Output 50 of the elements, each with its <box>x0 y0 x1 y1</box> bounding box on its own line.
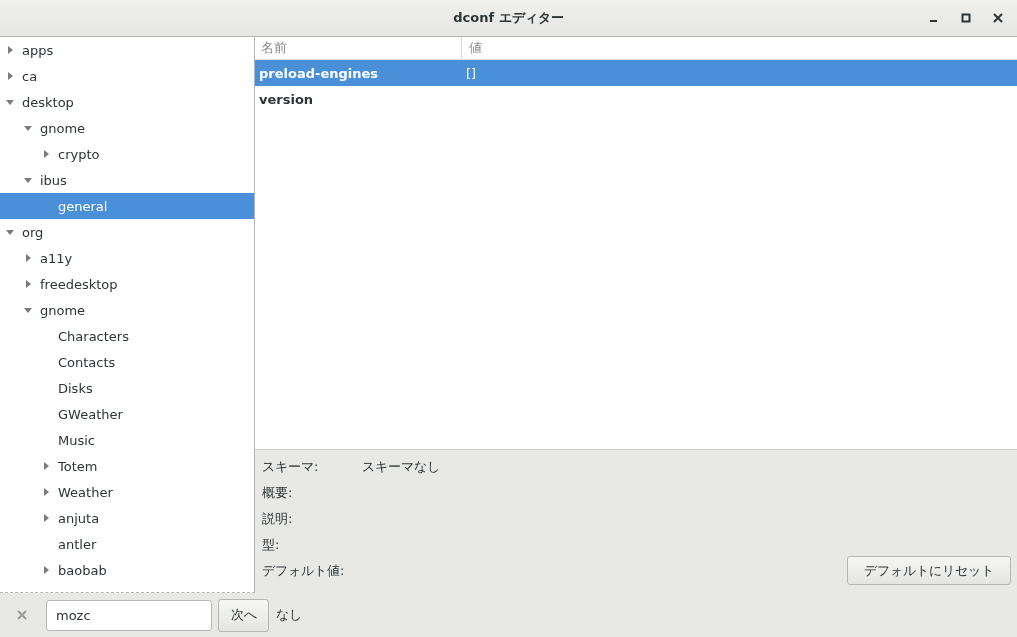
tree-item[interactable]: a11y <box>0 245 254 271</box>
collapsed-arrow-icon[interactable] <box>24 280 32 288</box>
tree-item[interactable]: anjuta <box>0 505 254 531</box>
expanded-arrow-icon[interactable] <box>6 98 14 106</box>
collapsed-arrow-icon[interactable] <box>42 462 50 470</box>
collapsed-arrow-icon[interactable] <box>42 566 50 574</box>
tree-item[interactable]: ibus <box>0 167 254 193</box>
field-label: 説明: <box>262 510 294 528</box>
tree-item[interactable]: apps <box>0 37 254 63</box>
expanded-arrow-icon[interactable] <box>24 176 32 184</box>
collapsed-arrow-icon[interactable] <box>24 254 32 262</box>
expanded-arrow-icon[interactable] <box>24 124 32 132</box>
collapsed-arrow-icon[interactable] <box>6 72 14 80</box>
tree-item[interactable]: Music <box>0 427 254 453</box>
tree-item[interactable]: gnome <box>0 297 254 323</box>
tree-item[interactable]: Disks <box>0 375 254 401</box>
tree-item[interactable]: Totem <box>0 453 254 479</box>
tree-item[interactable]: antler <box>0 531 254 557</box>
maximize-icon[interactable] <box>961 13 971 23</box>
field-label: スキーマ: <box>262 458 320 476</box>
column-header[interactable]: 名前 <box>255 37 462 59</box>
table-row[interactable]: version <box>255 86 1017 112</box>
expanded-arrow-icon[interactable] <box>24 306 32 314</box>
tree-item[interactable]: GWeather <box>0 401 254 427</box>
collapsed-arrow-icon[interactable] <box>6 46 14 54</box>
tree-item[interactable]: gnome <box>0 115 254 141</box>
field-value: スキーマなし <box>362 458 440 476</box>
tree-item[interactable]: crypto <box>0 141 254 167</box>
collapsed-arrow-icon[interactable] <box>42 150 50 158</box>
field-label: デフォルト値: <box>262 562 346 580</box>
close-icon[interactable] <box>993 13 1003 23</box>
column-header[interactable]: 値 <box>462 37 1017 59</box>
collapsed-arrow-icon[interactable] <box>42 514 50 522</box>
reset-button[interactable]: デフォルトにリセット <box>847 556 1011 585</box>
field-label: 概要: <box>262 484 294 502</box>
tree-item[interactable]: Weather <box>0 479 254 505</box>
tree-item[interactable]: freedesktop <box>0 271 254 297</box>
tree-item[interactable]: Contacts <box>0 349 254 375</box>
collapsed-arrow-icon[interactable] <box>42 488 50 496</box>
search-result: なし <box>276 606 302 624</box>
tree-item[interactable]: desktop <box>0 89 254 115</box>
field-label: 型: <box>262 536 281 554</box>
tree-item[interactable]: baobab <box>0 557 254 583</box>
search-field[interactable]: mozc <box>46 599 212 631</box>
next-button[interactable]: 次へ <box>218 598 269 632</box>
tree-item[interactable]: Characters <box>0 323 254 349</box>
tree-item[interactable]: ca <box>0 63 254 89</box>
tree-item[interactable]: org <box>0 219 254 245</box>
window-title: dconf エディター <box>453 9 564 27</box>
expanded-arrow-icon[interactable] <box>6 228 14 236</box>
